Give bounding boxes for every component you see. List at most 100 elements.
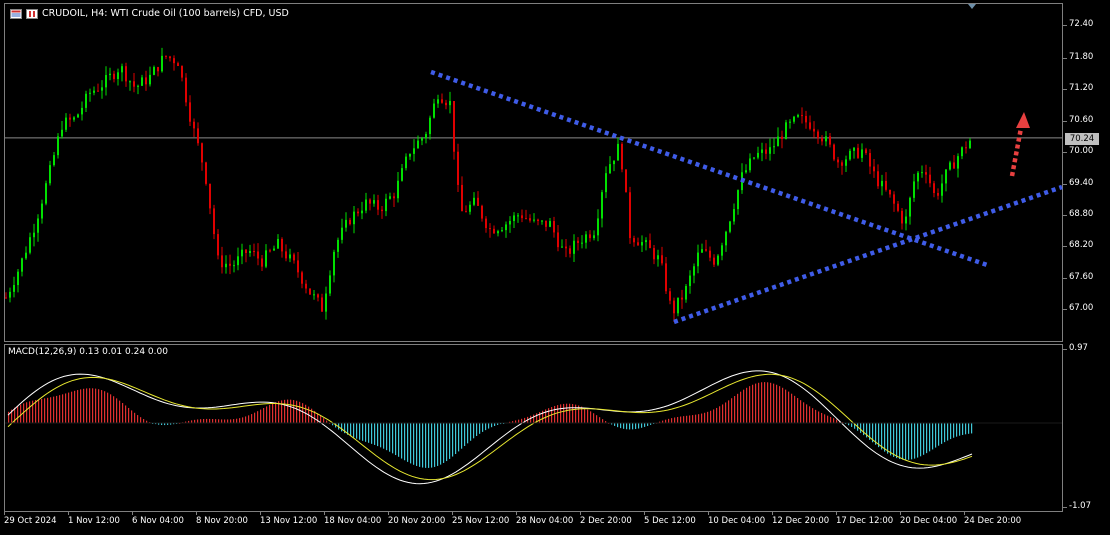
time-axis-tick: 17 Dec 12:00 xyxy=(836,511,894,526)
candle-body xyxy=(841,162,843,166)
macd-histogram-bar xyxy=(785,389,787,423)
macd-histogram-bar xyxy=(458,423,460,452)
macd-histogram-bar xyxy=(719,406,721,423)
candle-body xyxy=(773,146,775,148)
macd-histogram-bar xyxy=(725,402,727,423)
macd-histogram-bar xyxy=(110,394,112,423)
macd-histogram-bar xyxy=(56,395,58,423)
candle-body xyxy=(345,219,347,228)
macd-histogram-bar xyxy=(680,416,682,423)
macd-histogram-bar xyxy=(935,423,937,448)
macd-histogram-bar xyxy=(533,414,535,423)
candle-body xyxy=(889,189,891,195)
macd-histogram-bar xyxy=(746,387,748,423)
macd-histogram-bar xyxy=(62,394,64,423)
macd-histogram-bar xyxy=(257,411,259,423)
candle-body xyxy=(689,275,691,287)
macd-histogram-bar xyxy=(407,423,409,462)
macd-histogram-bar xyxy=(116,398,118,423)
candle-body xyxy=(125,66,127,82)
macd-histogram-bar xyxy=(923,423,925,455)
candle-body xyxy=(729,221,731,232)
candle-body xyxy=(457,151,459,185)
candle-body xyxy=(421,138,423,141)
macd-histogram-bar xyxy=(914,423,916,459)
macd-histogram-bar xyxy=(431,423,433,468)
chart-grid-icon[interactable] xyxy=(10,8,22,19)
macd-histogram-bar xyxy=(230,419,232,423)
candle-body xyxy=(453,101,455,152)
macd-histogram-bar xyxy=(485,423,487,431)
candle-body xyxy=(241,249,243,257)
macd-histogram-bar xyxy=(266,406,268,423)
candle-body xyxy=(801,115,803,117)
macd-histogram-bar xyxy=(932,423,934,450)
candle-body xyxy=(893,194,895,204)
candle-body xyxy=(101,87,103,91)
candle-body xyxy=(301,272,303,284)
candle-body xyxy=(557,232,559,248)
macd-histogram-bar xyxy=(470,423,472,441)
macd-histogram-bar xyxy=(251,414,253,423)
candle-body xyxy=(13,285,15,292)
candle-body xyxy=(293,254,295,261)
candle-body xyxy=(281,238,283,252)
candle-body xyxy=(521,215,523,219)
macd-histogram-bar xyxy=(374,423,376,445)
candle-body xyxy=(369,199,371,204)
candle-body xyxy=(965,147,967,149)
macd-histogram-bar xyxy=(920,423,922,457)
macd-histogram-bar xyxy=(692,415,694,423)
candle-body xyxy=(781,136,783,140)
candle-body xyxy=(233,265,235,267)
macd-histogram-bar xyxy=(629,423,631,430)
candle-body xyxy=(393,196,395,199)
candle-body xyxy=(917,172,919,182)
candle-body xyxy=(645,240,647,243)
macd-histogram-bar xyxy=(752,384,754,423)
candle-body xyxy=(621,143,623,170)
calendar-icon[interactable] xyxy=(26,8,38,19)
candle-body xyxy=(441,99,443,103)
candle-body xyxy=(909,197,911,217)
macd-histogram-bar xyxy=(689,415,691,423)
macd-histogram-bar xyxy=(212,419,214,423)
macd-histogram-bar xyxy=(395,423,397,456)
macd-histogram-bar xyxy=(242,417,244,423)
chart-canvas[interactable] xyxy=(0,0,1110,535)
macd-histogram-bar xyxy=(596,415,598,423)
macd-histogram-bar xyxy=(107,392,109,423)
chart-header: CRUDOIL, H4: WTI Crude Oil (100 barrels)… xyxy=(10,8,289,19)
candle-body xyxy=(577,240,579,243)
candle-body xyxy=(141,77,143,86)
macd-histogram-bar xyxy=(863,423,865,436)
candle-body xyxy=(581,242,583,244)
macd-histogram-bar xyxy=(623,423,625,429)
macd-histogram-bar xyxy=(893,423,895,457)
candle-body xyxy=(413,148,415,154)
candle-body xyxy=(333,251,335,276)
chart-window[interactable]: CRUDOIL, H4: WTI Crude Oil (100 barrels)… xyxy=(0,0,1110,535)
macd-histogram-bar xyxy=(131,410,133,423)
macd-histogram-bar xyxy=(944,423,946,443)
candle-body xyxy=(485,218,487,229)
candle-body xyxy=(925,172,927,175)
candle-body xyxy=(785,122,787,140)
candle-body xyxy=(525,218,527,220)
candle-body xyxy=(261,258,263,267)
candle-body xyxy=(201,143,203,163)
macd-histogram-bar xyxy=(272,403,274,423)
candle-body xyxy=(157,67,159,72)
macd-histogram-bar xyxy=(479,423,481,434)
candle-body xyxy=(41,203,43,219)
candle-body xyxy=(405,156,407,169)
chart-shift-marker[interactable] xyxy=(968,4,976,9)
macd-histogram-bar xyxy=(890,423,892,456)
candle-body xyxy=(497,231,499,234)
candle-body xyxy=(825,136,827,142)
macd-histogram-bar xyxy=(554,405,556,423)
candle-body xyxy=(717,255,719,265)
macd-axis-top: 0.97 xyxy=(1063,343,1088,353)
candle-body xyxy=(277,238,279,249)
macd-signal-line xyxy=(7,373,973,481)
